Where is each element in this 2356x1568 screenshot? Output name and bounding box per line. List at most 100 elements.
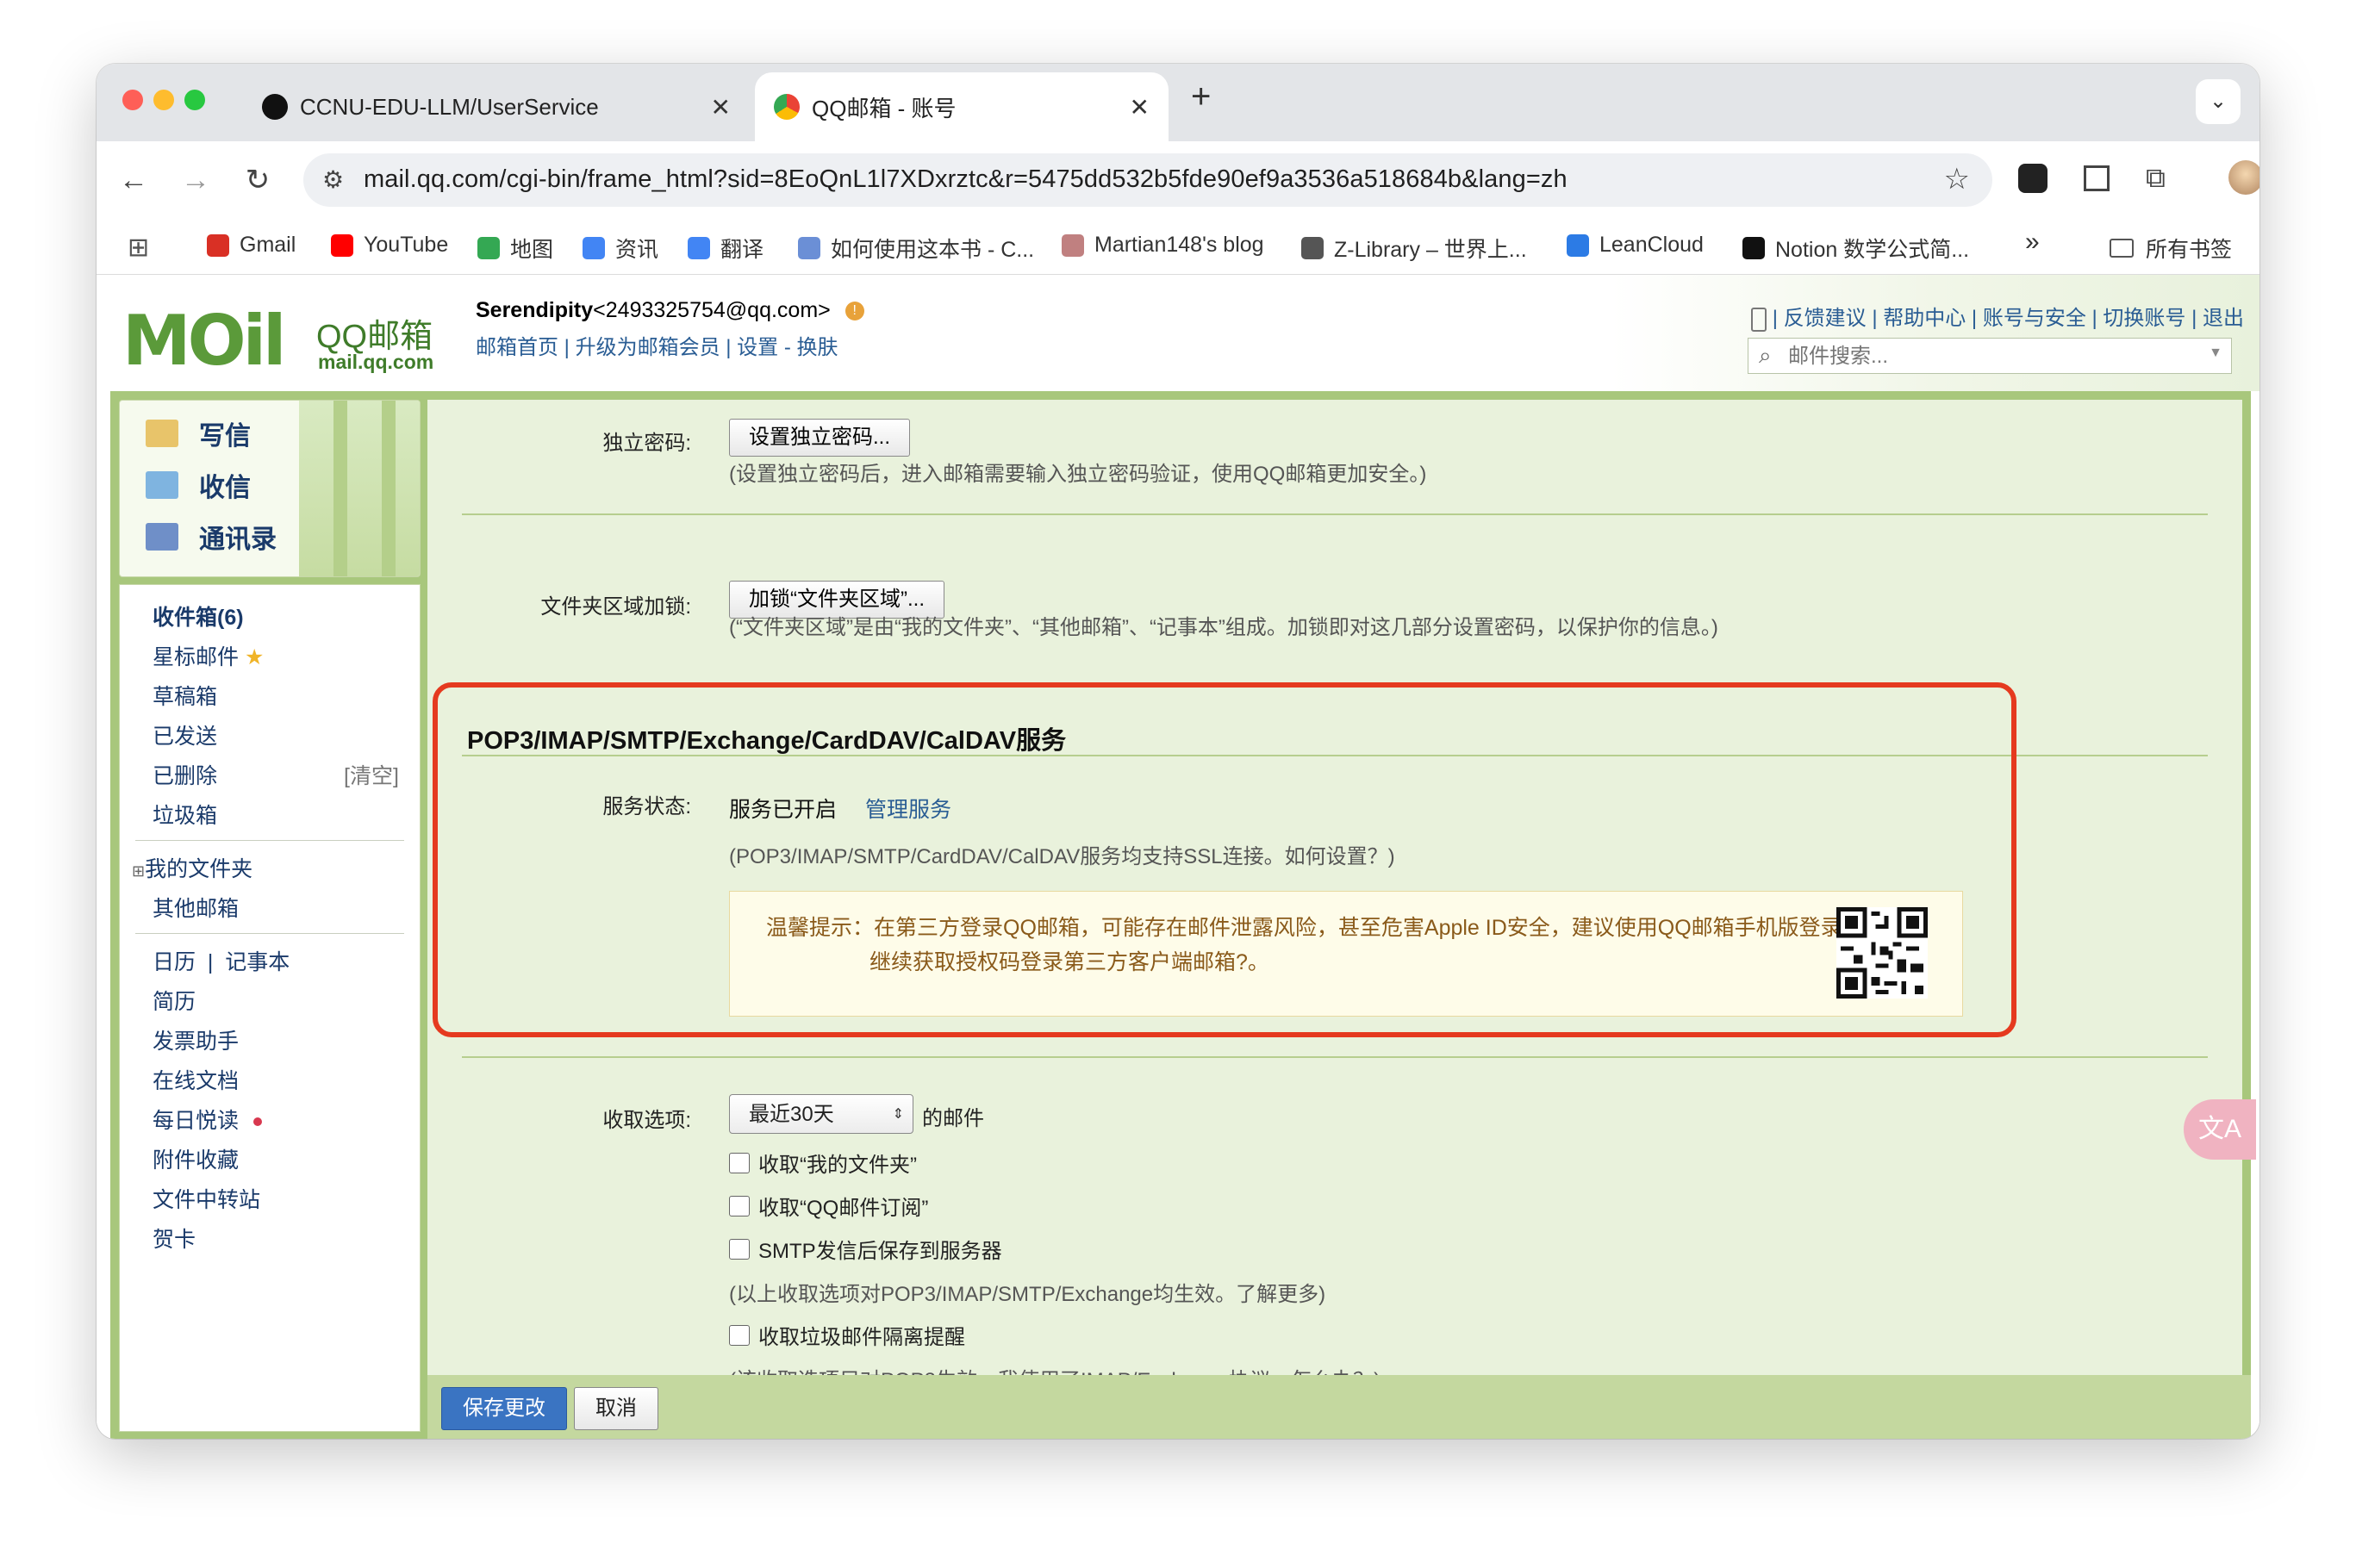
bookmark-blog[interactable]: Martian148's blog [1062,233,1264,258]
contacts-button[interactable]: 通讯录 [146,518,277,556]
link-skin[interactable]: 换肤 [796,336,838,359]
folder-inbox[interactable]: 收件箱(6) [153,600,244,632]
user-email: <2493325754@qq.com> [593,298,831,322]
checkbox[interactable] [729,1195,750,1216]
tab-qqmail[interactable]: QQ邮箱 - 账号 ✕ [755,72,1169,141]
new-tab-button[interactable]: + [1191,78,1211,116]
all-bookmarks-button[interactable]: 所有书签 [2110,233,2232,264]
notion-icon [1742,237,1765,259]
apps-grid-icon[interactable]: ⊞ [128,233,149,263]
bookmarks-bar: ⊞ Gmail YouTube 地图 资讯 翻译 如何使用这本书 - C... … [97,219,2259,275]
app-daily-read[interactable]: 每日悦读 [153,1104,262,1135]
bookmark-maps[interactable]: 地图 [477,233,553,264]
maximize-window-button[interactable] [184,90,205,110]
checkbox[interactable] [729,1152,750,1173]
checkbox[interactable] [729,1324,750,1346]
app-cards[interactable]: 贺卡 [153,1223,196,1254]
forward-arrow-icon[interactable]: → [176,160,215,200]
checkbox[interactable] [729,1238,750,1260]
action-bar: 保存更改 取消 [427,1375,2251,1439]
tab-search-icon[interactable]: ⌄ [2196,79,2241,124]
bookmark-news[interactable]: 资讯 [583,233,658,264]
mail-search-input[interactable] [1786,344,2195,370]
compose-button[interactable]: 写信 [146,414,251,452]
translate-badge[interactable]: 文A [2184,1099,2256,1160]
mail-search-box[interactable]: ⌕ ▼ [1748,338,2232,374]
stepper-icon: ⇕ [892,1107,904,1122]
bookmark-gmail[interactable]: Gmail [207,233,296,258]
app-resume[interactable]: 简历 [153,985,196,1016]
app-invoice[interactable]: 发票助手 [153,1024,239,1055]
link-mail-home[interactable]: 邮箱首页 [476,336,558,359]
link-notes[interactable]: 记事本 [225,950,290,974]
link-switch-account[interactable]: 切换账号 [2103,307,2185,330]
app-attachments[interactable]: 附件收藏 [153,1143,239,1174]
link-security[interactable]: 账号与安全 [1983,307,2086,330]
tab-strip: CCNU-EDU-LLM/UserService ✕ QQ邮箱 - 账号 ✕ +… [97,64,2259,141]
cancel-button[interactable]: 取消 [574,1387,658,1430]
app-file-transfer[interactable]: 文件中转站 [153,1183,260,1214]
app-docs[interactable]: 在线文档 [153,1064,239,1095]
more-bookmarks-button[interactable]: » [2025,227,2040,257]
qqmail-logo[interactable]: MOil QQ邮箱 mail.qq.com [122,301,433,381]
browser-toolbar: ← → ↻ ⚙ mail.qq.com/cgi-bin/frame_html?s… [97,141,2259,219]
reload-icon[interactable]: ↻ [238,160,277,200]
user-name: Serendipity [476,298,594,322]
account-links: 邮箱首页 | 升级为邮箱会员 | 设置 - 换肤 [476,336,838,359]
bookmark-book[interactable]: 如何使用这本书 - C... [798,233,1034,264]
site-settings-icon[interactable]: ⚙ [322,165,344,194]
phone-icon[interactable] [1751,307,1767,332]
link-calendar[interactable]: 日历 [153,950,196,974]
link-upgrade[interactable]: 升级为邮箱会员 [576,336,720,359]
bookmark-youtube[interactable]: YouTube [331,233,448,258]
folder-junk[interactable]: 垃圾箱 [153,799,217,830]
option-qq-subscriptions[interactable]: 收取“QQ邮件订阅” [729,1191,928,1221]
minimize-window-button[interactable] [153,90,174,110]
other-mailboxes[interactable]: 其他邮箱 [153,892,239,923]
link-logout[interactable]: 退出 [2203,307,2244,330]
tab-github[interactable]: CCNU-EDU-LLM/UserService ✕ [250,72,750,141]
bamboo-decoration [299,401,420,576]
expand-icon[interactable]: ⊞ [132,862,145,880]
option-my-folders[interactable]: 收取“我的文件夹” [729,1148,917,1178]
receive-suffix: 的邮件 [922,1107,984,1130]
back-arrow-icon[interactable]: ← [114,160,153,200]
folder-drafts[interactable]: 草稿箱 [153,680,217,711]
bookmark-zlibrary[interactable]: Z-Library – 世界上... [1301,233,1527,264]
divider [462,513,2208,515]
close-tab-icon[interactable]: ✕ [1130,93,1150,121]
qr-extension-icon[interactable] [2084,165,2110,191]
link-settings[interactable]: 设置 [737,336,778,359]
close-window-button[interactable] [122,90,143,110]
mail-logo-mark: MOil [122,301,286,381]
receive-range-select[interactable]: 最近30天 ⇕ [729,1094,913,1134]
bookmark-notion[interactable]: Notion 数学公式简... [1742,233,1969,264]
divider [135,840,404,841]
folder-starred[interactable]: 星标邮件 ★ [153,640,264,671]
folder-deleted[interactable]: 已删除 [153,759,217,790]
bookmark-leancloud[interactable]: LeanCloud [1567,233,1704,258]
option-smtp-save[interactable]: SMTP发信后保存到服务器 [729,1234,1002,1264]
my-folders[interactable]: ⊞我的文件夹 [132,852,252,883]
close-tab-icon[interactable]: ✕ [711,93,731,121]
info-icon[interactable]: ! [845,302,864,321]
set-password-button[interactable]: 设置独立密码... [729,419,911,457]
save-button[interactable]: 保存更改 [441,1387,567,1430]
bookmark-star-icon[interactable]: ☆ [1944,162,1970,196]
folder-sent[interactable]: 已发送 [153,719,217,750]
password-label: 独立密码: [602,432,691,455]
clear-deleted-link[interactable]: [清空] [344,759,399,790]
leancloud-icon [1567,233,1589,257]
link-help[interactable]: 帮助中心 [1883,307,1966,330]
search-dropdown-icon[interactable]: ▼ [2209,345,2222,361]
qq-mail-page: MOil QQ邮箱 mail.qq.com Serendipity<249332… [97,275,2259,1439]
receive-button[interactable]: 收信 [146,466,251,504]
link-feedback[interactable]: 反馈建议 [1784,307,1867,330]
profile-avatar[interactable] [2228,160,2259,195]
extension-icon[interactable] [2018,164,2047,193]
address-bar[interactable]: ⚙ mail.qq.com/cgi-bin/frame_html?sid=8Eo… [303,153,1992,207]
option-junk-alert[interactable]: 收取垃圾邮件隔离提醒 [729,1320,965,1350]
bookmark-translate[interactable]: 翻译 [688,233,764,264]
folder-lock-label: 文件夹区域加锁: [540,595,691,619]
extensions-puzzle-icon[interactable]: ⧉ [2146,162,2166,195]
